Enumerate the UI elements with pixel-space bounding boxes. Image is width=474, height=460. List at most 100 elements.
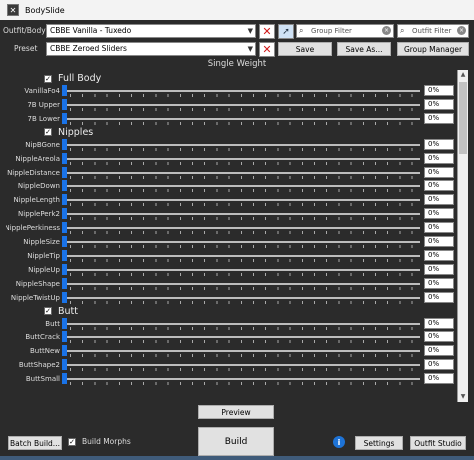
slider-value-input[interactable]: 0%	[424, 222, 454, 234]
slider-row: NippleDown 0%	[6, 180, 454, 193]
slider-ticks	[70, 354, 422, 358]
slider-thumb[interactable]	[62, 236, 67, 247]
slider-track[interactable]	[64, 185, 420, 188]
group-checkbox[interactable]: ✓	[44, 128, 52, 137]
choose-outfit-button[interactable]: ➚	[278, 24, 294, 39]
build-morphs-option[interactable]: ✓ Build Morphs	[68, 437, 131, 446]
slider-value-input[interactable]: 0%	[424, 236, 454, 247]
slider-track[interactable]	[64, 90, 420, 92]
slider-value-input[interactable]: 0%	[424, 85, 454, 96]
slider-value-input[interactable]: 0%	[424, 373, 454, 385]
slider-value-input[interactable]: 0%	[424, 263, 454, 275]
group-checkbox[interactable]: ✓	[44, 307, 52, 315]
slider-value-input[interactable]: 0%	[424, 249, 454, 261]
slider-track[interactable]	[64, 350, 420, 353]
slider-thumb[interactable]	[62, 331, 67, 343]
slider-scrollbar[interactable]: ▲ ▼	[457, 70, 468, 402]
slider-track[interactable]	[64, 336, 420, 339]
slider-ticks	[70, 272, 422, 276]
slider-value-input[interactable]: 0%	[424, 277, 454, 289]
slider-track[interactable]	[64, 171, 420, 174]
slider-panel[interactable]: ✓ Full Body VanillaFo4 0% 7B Upper 0% 7B Lower…	[6, 70, 468, 402]
slider-thumb[interactable]	[62, 359, 67, 371]
slider-value-input[interactable]: 0%	[424, 138, 454, 150]
slider-value-input[interactable]: 0%	[424, 331, 454, 343]
slider-group-header[interactable]: ✓ Nipples	[44, 127, 93, 138]
save-button[interactable]: Save	[278, 42, 332, 56]
slider-thumb[interactable]	[62, 345, 67, 357]
slider-thumb[interactable]	[62, 138, 67, 150]
slider-thumb[interactable]	[62, 98, 67, 110]
slider-ticks	[70, 121, 422, 125]
info-icon[interactable]: i	[333, 436, 345, 448]
slider-track[interactable]	[64, 296, 420, 299]
slider-thumb[interactable]	[62, 194, 67, 206]
slider-value-input[interactable]: 0%	[424, 166, 454, 178]
slider-track[interactable]	[64, 117, 420, 120]
slider-value-input[interactable]: 0%	[424, 345, 454, 357]
slider-value-input[interactable]: 0%	[424, 194, 454, 206]
settings-button[interactable]: Settings	[355, 436, 403, 450]
slider-thumb[interactable]	[62, 222, 67, 234]
build-morphs-label: Build Morphs	[82, 437, 131, 446]
slider-value-input[interactable]: 0%	[424, 98, 454, 110]
slider-track[interactable]	[64, 103, 420, 106]
slider-value-input[interactable]: 0%	[424, 180, 454, 192]
clear-filter-icon[interactable]: ×	[457, 26, 466, 35]
group-filter-input[interactable]: ⌕ Group Filter ×	[296, 24, 394, 38]
slider-group-header[interactable]: ✓ Butt	[44, 306, 78, 317]
slider-track[interactable]	[64, 227, 420, 230]
slider-value-input[interactable]: 0%	[424, 317, 454, 329]
slider-ticks	[70, 245, 422, 248]
slider-thumb[interactable]	[62, 317, 67, 329]
slider-thumb[interactable]	[62, 112, 67, 124]
slider-value-input[interactable]: 0%	[424, 359, 454, 371]
group-checkbox[interactable]: ✓	[44, 74, 52, 83]
build-button[interactable]: Build	[198, 427, 274, 456]
outfit-studio-button[interactable]: Outfit Studio	[410, 436, 466, 450]
slider-track[interactable]	[64, 268, 420, 271]
slider-track[interactable]	[64, 143, 420, 146]
scroll-up-icon[interactable]: ▲	[458, 70, 468, 80]
slider-track[interactable]	[64, 157, 420, 160]
slider-value-input[interactable]: 0%	[424, 152, 454, 164]
slider-track[interactable]	[64, 213, 420, 216]
slider-track[interactable]	[64, 282, 420, 285]
outfit-filter-input[interactable]: ⌕ Outfit Filter ×	[397, 24, 469, 38]
slider-thumb[interactable]	[62, 263, 67, 275]
slider-group-header[interactable]: ✓ Full Body	[44, 73, 101, 84]
slider-value-input[interactable]: 0%	[424, 208, 454, 220]
slider-thumb[interactable]	[62, 208, 67, 220]
slider-thumb[interactable]	[62, 277, 67, 289]
batch-build-button[interactable]: Batch Build...	[8, 436, 62, 450]
slider-thumb[interactable]	[62, 249, 67, 261]
clear-filter-icon[interactable]: ×	[382, 26, 391, 35]
slider-track[interactable]	[64, 254, 420, 257]
slider-thumb[interactable]	[62, 291, 67, 303]
slider-value-input[interactable]: 0%	[424, 112, 454, 124]
slider-track[interactable]	[64, 364, 420, 367]
build-morphs-checkbox[interactable]: ✓	[68, 437, 76, 446]
slider-track[interactable]	[64, 199, 420, 202]
slider-value-input[interactable]: 0%	[424, 291, 454, 303]
save-as-button[interactable]: Save As...	[337, 42, 391, 56]
slider-thumb[interactable]	[62, 85, 67, 96]
preset-select[interactable]: CBBE Zeroed Sliders ▼	[46, 42, 256, 56]
slider-thumb[interactable]	[62, 152, 67, 164]
slider-thumb[interactable]	[62, 166, 67, 178]
slider-row: NipplePerk2 0%	[6, 208, 454, 221]
clear-outfit-button[interactable]: ✕	[259, 24, 275, 39]
slider-thumb[interactable]	[62, 373, 67, 385]
slider-ticks	[70, 147, 422, 151]
slider-thumb[interactable]	[62, 180, 67, 192]
group-manager-button[interactable]: Group Manager	[397, 42, 469, 56]
scroll-down-icon[interactable]: ▼	[458, 392, 468, 402]
preview-button[interactable]: Preview	[198, 405, 274, 419]
outfit-select[interactable]: CBBE Vanilla - Tuxedo ▼	[46, 24, 256, 38]
scrollbar-thumb[interactable]	[459, 82, 467, 154]
slider-track[interactable]	[64, 241, 420, 243]
slider-track[interactable]	[64, 378, 420, 381]
clear-preset-button[interactable]: ✕	[259, 42, 275, 57]
slider-name: NippleDown	[17, 182, 60, 191]
slider-track[interactable]	[64, 322, 420, 325]
